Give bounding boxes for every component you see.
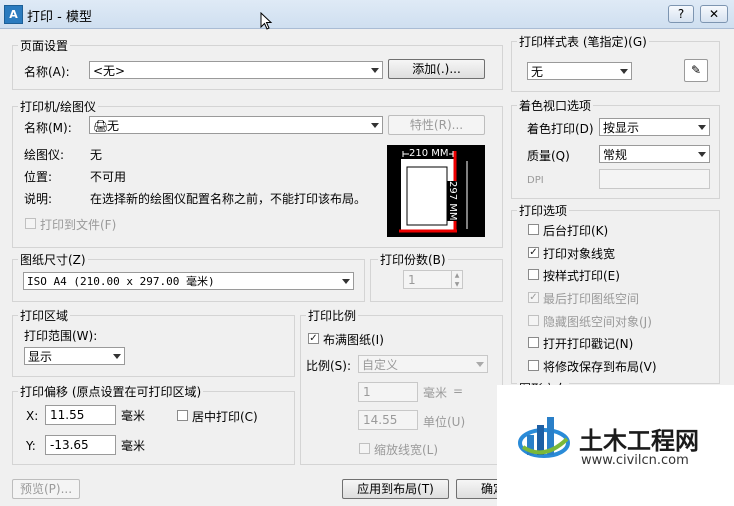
- scale-value1-input[interactable]: 1: [358, 382, 418, 402]
- hide-paperspace-objects-checkbox[interactable]: [528, 315, 539, 326]
- scale-lineweights-label: 缩放线宽(L): [374, 443, 439, 457]
- print-to-file-label: 打印到文件(F): [40, 218, 117, 232]
- style-table-select[interactable]: 无: [527, 62, 632, 80]
- help-button[interactable]: ?: [668, 5, 694, 23]
- paper-preview: 210 MM 297 MM: [387, 145, 485, 237]
- plot-area-caption: 打印区域: [18, 307, 71, 324]
- title-bar: A 打印 - 模型 ? ✕: [0, 0, 734, 29]
- preview-height-label: 297 MM: [447, 181, 458, 221]
- close-button[interactable]: ✕: [700, 5, 728, 23]
- location-value: 不可用: [90, 170, 127, 184]
- plot-with-styles-label: 按样式打印(E): [543, 269, 620, 283]
- watermark-url: www.civilcn.com: [581, 453, 689, 468]
- copies-spinner[interactable]: ▲ ▼: [451, 271, 462, 289]
- shaded-viewport-caption: 着色视口选项: [517, 97, 594, 114]
- offset-y-label: Y:: [26, 439, 36, 453]
- plot-stamp-label: 打开打印戳记(N): [543, 337, 634, 351]
- offset-x-label: X:: [26, 409, 39, 423]
- save-changes-checkbox[interactable]: [528, 360, 539, 371]
- pencil-icon: ✎: [690, 63, 702, 77]
- description-value: 在选择新的绘图仪配置名称之前，不能打印该布局。: [90, 192, 367, 206]
- background-plot-checkbox[interactable]: [528, 224, 539, 235]
- description-label: 说明:: [24, 192, 53, 206]
- printer-name-label: 名称(M):: [24, 121, 72, 135]
- hide-paperspace-objects-label: 隐藏图纸空间对象(J): [543, 315, 652, 329]
- plot-paperspace-last-label: 最后打印图纸空间: [543, 292, 640, 306]
- add-page-setup-button[interactable]: 添加(.)...: [388, 59, 485, 79]
- edit-style-table-button[interactable]: ✎: [684, 59, 708, 82]
- shade-plot-value: 按显示: [603, 121, 640, 135]
- fit-to-paper-label: 布满图纸(I): [323, 333, 384, 347]
- offset-y-input[interactable]: -13.65: [45, 435, 116, 455]
- background-plot-label: 后台打印(K): [543, 224, 609, 238]
- style-table-value: 无: [531, 65, 544, 79]
- offset-x-unit: 毫米: [121, 409, 146, 423]
- plot-offset-caption: 打印偏移 (原点设置在可打印区域): [18, 383, 204, 400]
- printer-name-value: 无: [107, 119, 120, 133]
- save-changes-label: 将修改保存到布局(V): [543, 360, 657, 374]
- watermark-overlay: 土木工程网 www.civilcn.com: [497, 385, 734, 506]
- shade-plot-select[interactable]: 按显示: [599, 118, 710, 136]
- plotter-label: 绘图仪:: [24, 148, 65, 162]
- scale-lineweights-checkbox[interactable]: [359, 443, 370, 454]
- style-table-caption: 打印样式表 (笔指定)(G): [517, 33, 649, 50]
- plot-area-group: [12, 315, 295, 377]
- page-setup-name-select[interactable]: <无>: [89, 61, 383, 79]
- print-to-file-checkbox[interactable]: [25, 218, 36, 229]
- scale-value2-input[interactable]: 14.55: [358, 410, 418, 430]
- offset-x-input[interactable]: 11.55: [45, 405, 116, 425]
- page-setup-name-label: 名称(A):: [24, 65, 70, 79]
- page-setup-name-value: <无>: [93, 64, 126, 78]
- copies-caption: 打印份数(B): [378, 251, 448, 268]
- mouse-cursor-icon: [260, 12, 273, 30]
- plot-lineweights-checkbox[interactable]: ✓: [528, 247, 539, 258]
- shade-plot-label: 着色打印(D): [527, 122, 594, 136]
- app-icon: A: [4, 5, 23, 24]
- printer-icon: 🖨: [93, 119, 109, 133]
- plot-scale-caption: 打印比例: [306, 307, 359, 324]
- plot-range-value: 显示: [28, 350, 53, 364]
- scale-unit2-label: 单位(U): [423, 415, 466, 429]
- printer-name-select[interactable]: 🖨无: [89, 116, 383, 134]
- plot-with-styles-checkbox[interactable]: [528, 269, 539, 280]
- scale-equals-label: =: [453, 384, 464, 398]
- quality-label: 质量(Q): [527, 149, 570, 163]
- plot-range-label: 打印范围(W):: [24, 329, 98, 343]
- quality-value: 常规: [603, 148, 628, 162]
- plotter-value: 无: [90, 148, 103, 162]
- properties-button[interactable]: 特性(R)...: [388, 115, 485, 135]
- scale-value: 自定义: [362, 358, 399, 372]
- scale-label: 比例(S):: [306, 359, 352, 373]
- center-plot-checkbox[interactable]: [177, 410, 188, 421]
- center-plot-label: 居中打印(C): [192, 410, 258, 424]
- copies-value: 1: [408, 273, 416, 287]
- preview-width-label: 210 MM: [409, 148, 449, 159]
- scale-unit1-label: 毫米: [423, 386, 448, 400]
- location-label: 位置:: [24, 170, 53, 184]
- window-title: 打印 - 模型: [27, 10, 92, 25]
- copies-input[interactable]: 1 ▲ ▼: [403, 270, 463, 289]
- plot-stamp-checkbox[interactable]: [528, 337, 539, 348]
- plot-lineweights-label: 打印对象线宽: [543, 247, 616, 261]
- plot-paperspace-last-checkbox[interactable]: ✓: [528, 292, 539, 303]
- scale-select[interactable]: 自定义: [358, 355, 488, 373]
- dpi-label: DPI: [527, 175, 544, 186]
- apply-to-layout-button[interactable]: 应用到布局(T): [342, 479, 449, 499]
- printer-caption: 打印机/绘图仪: [18, 98, 99, 115]
- preview-button[interactable]: 预览(P)...: [12, 479, 80, 499]
- watermark-brand: 土木工程网: [579, 427, 699, 455]
- plot-options-caption: 打印选项: [517, 202, 570, 219]
- civilcn-logo-icon: [518, 417, 570, 458]
- paper-size-select[interactable]: ISO A4 (210.00 x 297.00 毫米): [23, 272, 354, 290]
- quality-select[interactable]: 常规: [599, 145, 710, 163]
- offset-y-unit: 毫米: [121, 439, 146, 453]
- plot-range-select[interactable]: 显示: [24, 347, 125, 365]
- page-setup-caption: 页面设置: [18, 37, 71, 54]
- fit-to-paper-checkbox[interactable]: ✓: [308, 333, 319, 344]
- dpi-input[interactable]: [599, 169, 710, 189]
- paper-size-caption: 图纸尺寸(Z): [18, 251, 88, 268]
- paper-size-value: ISO A4 (210.00 x 297.00 毫米): [27, 275, 215, 288]
